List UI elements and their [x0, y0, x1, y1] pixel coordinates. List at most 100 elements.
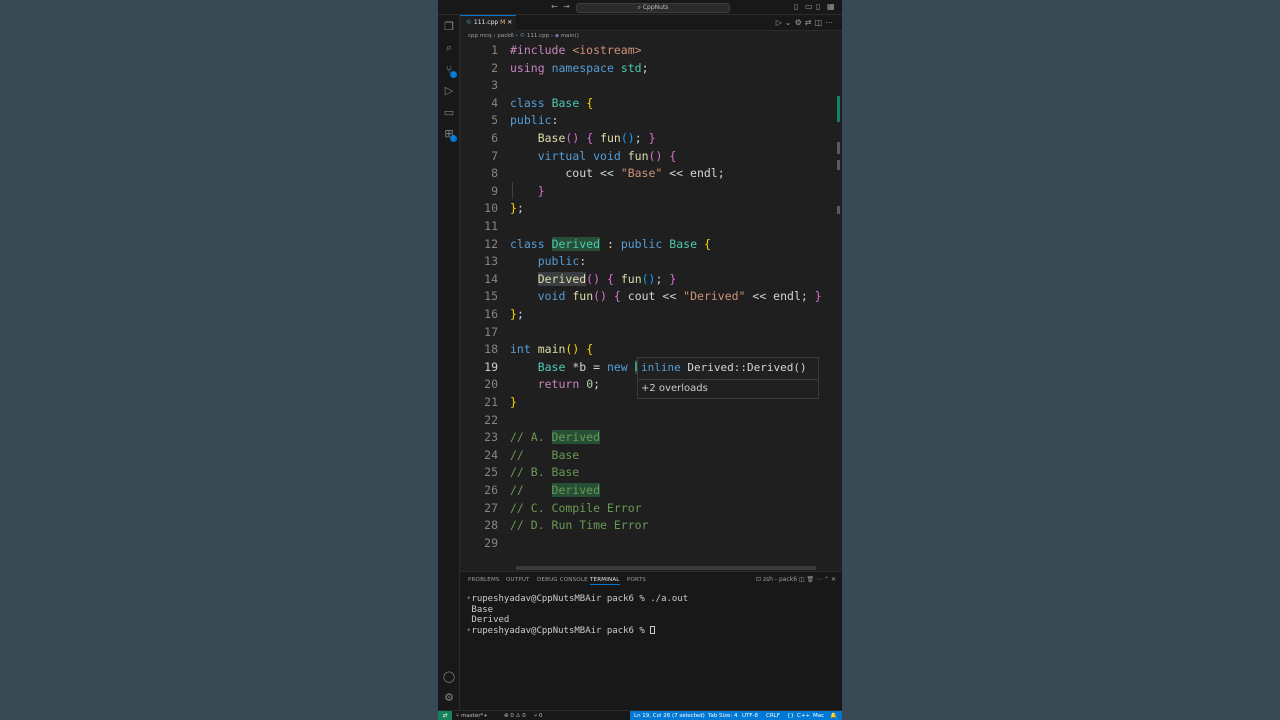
- breadcrumb-item[interactable]: 111.cpp: [527, 33, 549, 39]
- code-text: // C. Compile Error: [510, 500, 642, 518]
- code-line[interactable]: 5 public:: [460, 112, 842, 130]
- platform[interactable]: Mac: [813, 712, 824, 720]
- terminal-output[interactable]: •rupeshyadav@CppNutsMBAir pack6 % ./a.ou…: [466, 594, 688, 636]
- language-mode[interactable]: C++: [797, 712, 810, 720]
- chevron-down-icon[interactable]: ⌄: [785, 18, 795, 27]
- code-line[interactable]: 27 // C. Compile Error: [460, 500, 842, 518]
- code-line[interactable]: 26 // Derived: [460, 482, 842, 500]
- end-of-line[interactable]: CRLF: [766, 712, 780, 720]
- code-line[interactable]: 2 using namespace std;: [460, 60, 842, 78]
- code-line[interactable]: 3: [460, 77, 842, 95]
- code-token: ;: [593, 377, 601, 392]
- kill-terminal-icon[interactable]: 🗑: [807, 576, 815, 583]
- code-line[interactable]: 16};: [460, 306, 842, 324]
- status-bar: ⇄ ⑂ master*+ ⊗ 0 ⚠ 0 ⑂ 0 Ln 19, Col 26 (…: [438, 710, 842, 720]
- terminal-icon: ⊡: [755, 576, 761, 583]
- toggle-sidebar-icon[interactable]: ▯: [794, 2, 798, 12]
- code-line[interactable]: 4 class Base {: [460, 95, 842, 113]
- hover-overloads[interactable]: +2 overloads: [641, 382, 708, 396]
- tab-111-cpp[interactable]: © 111.cpp M ✕: [460, 15, 516, 31]
- maximize-panel-icon[interactable]: ⌃: [824, 576, 829, 583]
- code-text: using namespace std;: [510, 60, 649, 78]
- tab-output[interactable]: OUTPUT: [506, 577, 530, 583]
- tab-terminal[interactable]: TERMINAL: [590, 577, 620, 585]
- tab-problems[interactable]: PROBLEMS: [468, 577, 500, 583]
- extensions-icon[interactable]: ⊞ ·: [442, 127, 457, 142]
- breadcrumb-item[interactable]: main(): [561, 33, 579, 39]
- ports-status[interactable]: ⑂ 0: [534, 712, 543, 720]
- encoding[interactable]: UTF-8: [742, 712, 758, 720]
- remote-indicator-icon[interactable]: ⇄: [438, 711, 452, 720]
- line-number: 1: [491, 43, 498, 57]
- settings-gear-icon[interactable]: ⚙: [442, 691, 456, 705]
- toggle-panel-icon[interactable]: ▭: [805, 2, 813, 12]
- code-line[interactable]: 22: [460, 412, 842, 430]
- breadcrumb-item[interactable]: cpp mcq: [468, 33, 492, 39]
- line-number: 13: [484, 254, 498, 269]
- code-line[interactable]: 11: [460, 218, 842, 236]
- code-line[interactable]: 10};: [460, 200, 842, 218]
- overview-ruler[interactable]: [836, 42, 840, 570]
- terminal-shell-label[interactable]: zsh - pack6: [763, 576, 797, 583]
- problems-status[interactable]: ⊗ 0 ⚠ 0: [504, 712, 526, 720]
- compare-icon[interactable]: ⇄: [805, 18, 815, 27]
- line-number: 24: [484, 447, 498, 462]
- code-line[interactable]: 7 virtual void fun() {: [460, 148, 842, 166]
- split-editor-icon[interactable]: ◫: [814, 18, 825, 27]
- explorer-icon[interactable]: ❐: [442, 20, 456, 34]
- code-text: public:: [510, 112, 558, 130]
- code-line[interactable]: 25 // B. Base: [460, 464, 842, 482]
- code-line[interactable]: 13 public:: [460, 253, 842, 271]
- code-text: // B. Base: [510, 464, 579, 482]
- code-editor[interactable]: 1 #include <iostream> 2 using namespace std…: [460, 42, 842, 570]
- code-line[interactable]: 8 cout << "Base" << endl;: [460, 165, 842, 183]
- language-braces-icon[interactable]: {}: [787, 712, 794, 720]
- forward-arrow-icon[interactable]: →: [563, 2, 570, 12]
- code-line[interactable]: 17: [460, 324, 842, 342]
- source-control-icon[interactable]: ⑂ ·: [442, 63, 457, 78]
- code-line[interactable]: 12 class Derived : public Base {: [460, 236, 842, 254]
- code-token: namespace: [551, 60, 614, 75]
- tab-ports[interactable]: PORTS: [627, 577, 646, 583]
- breadcrumb-item[interactable]: pack6: [497, 33, 514, 39]
- notifications-bell-icon[interactable]: 🔔: [830, 712, 837, 720]
- code-line[interactable]: 15 void fun() { cout << "Derived" << end…: [460, 288, 842, 306]
- code-token: {: [613, 289, 621, 304]
- remote-explorer-icon[interactable]: ▭: [442, 106, 456, 120]
- horizontal-scrollbar[interactable]: [516, 566, 816, 570]
- tab-debug-console[interactable]: DEBUG CONSOLE: [537, 577, 588, 583]
- branch-status[interactable]: ⑂ master*+: [456, 712, 488, 720]
- code-line[interactable]: 23 // A. Derived: [460, 429, 842, 447]
- code-token: "Derived": [683, 289, 746, 304]
- code-line[interactable]: 1 #include <iostream>: [460, 42, 842, 60]
- close-panel-icon[interactable]: ✕: [831, 576, 836, 583]
- close-tab-icon[interactable]: ✕: [507, 19, 512, 26]
- code-token: {: [669, 148, 677, 163]
- code-token: (): [620, 131, 635, 145]
- command-center[interactable]: ⌕ CppNuts: [576, 3, 730, 13]
- code-token: (): [648, 148, 663, 163]
- line-number: 21: [484, 395, 498, 409]
- code-line[interactable]: 28 // D. Run Time Error: [460, 517, 842, 535]
- more-actions-icon[interactable]: ⋯: [825, 18, 836, 27]
- more-actions-icon[interactable]: ⋯: [816, 576, 822, 583]
- run-debug-icon[interactable]: ▷: [442, 84, 456, 98]
- customize-layout-icon[interactable]: ▦: [827, 2, 835, 12]
- accounts-icon[interactable]: ◯: [442, 670, 456, 684]
- code-line[interactable]: 14 Derived() { fun(); }: [460, 271, 842, 289]
- search-view-icon[interactable]: ⌕: [442, 41, 456, 55]
- cursor-position[interactable]: Ln 19, Col 26 (7 selected): [634, 712, 705, 720]
- toggle-secondary-sidebar-icon[interactable]: ▯: [816, 2, 820, 12]
- gear-icon[interactable]: ⚙: [795, 18, 805, 27]
- code-line[interactable]: 24 // Base: [460, 447, 842, 465]
- tab-size[interactable]: Tab Size: 4: [708, 712, 737, 720]
- split-terminal-icon[interactable]: ◫: [799, 576, 805, 583]
- code-line[interactable]: 6 Base() { fun(); }: [460, 130, 842, 148]
- code-line[interactable]: 29: [460, 535, 842, 553]
- back-arrow-icon[interactable]: ←: [551, 2, 558, 12]
- code-token: {: [586, 95, 594, 110]
- code-line[interactable]: 9 }: [460, 183, 842, 201]
- run-icon[interactable]: ▷: [776, 18, 785, 27]
